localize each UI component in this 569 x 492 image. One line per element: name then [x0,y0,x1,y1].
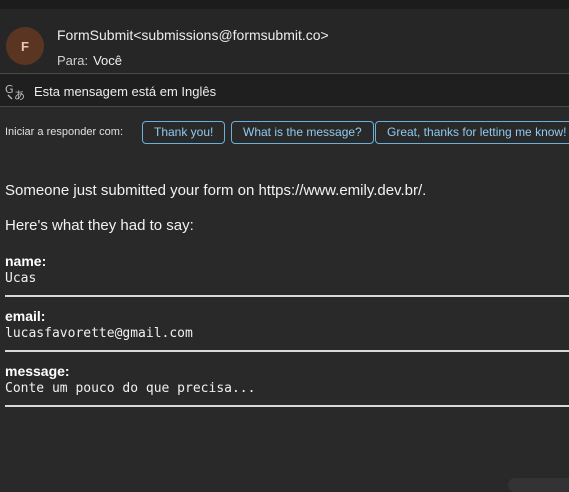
recipient-name[interactable]: Você [93,53,122,68]
field-label-email: email: [5,308,46,324]
to-label: Para: [57,53,89,68]
quick-reply-thank-you[interactable]: Thank you! [142,121,226,144]
message-intro: Someone just submitted your form on http… [5,182,427,199]
translation-bar: G あ Esta mensagem está em Inglês [0,73,569,107]
quick-reply-great-thanks[interactable]: Great, thanks for letting me know! [375,121,569,144]
quick-reply-label: Iniciar a responder com: [5,126,123,138]
top-bar [0,0,569,9]
svg-text:あ: あ [14,89,25,101]
field-value-name: Ucas [5,271,37,286]
translate-icon[interactable]: G あ [5,81,27,101]
field-divider [5,295,569,297]
field-divider [5,405,569,407]
field-value-email[interactable]: lucasfavorette@gmail.com [5,326,193,341]
quick-reply-what-is-message[interactable]: What is the message? [231,121,374,144]
corner-panel [508,478,569,492]
field-label-message: message: [5,363,70,379]
field-value-message: Conte um pouco do que precisa... [5,381,256,396]
message-header: F FormSubmit<submissions@formsubmit.co> … [0,9,569,73]
translation-message: Esta mensagem está em Inglês [34,84,217,99]
field-divider [5,350,569,352]
sender-name[interactable]: FormSubmit<submissions@formsubmit.co> [57,27,329,43]
svg-text:G: G [5,83,14,96]
recipient-row: Para: Você [57,53,122,68]
message-lead: Here's what they had to say: [5,217,194,234]
field-label-name: name: [5,253,47,269]
avatar[interactable]: F [6,27,44,65]
